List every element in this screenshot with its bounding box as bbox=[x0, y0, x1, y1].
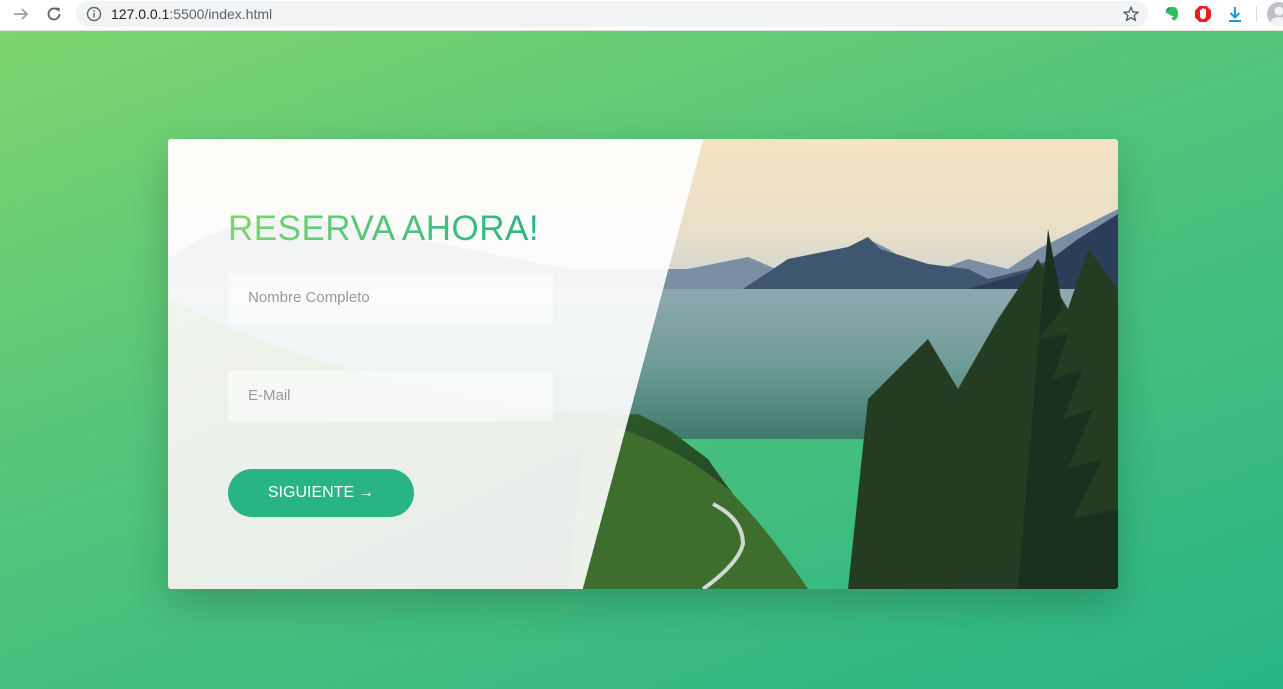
evernote-icon[interactable] bbox=[1162, 4, 1182, 24]
booking-card: RESERVA AHORA! SIGUIENTE → bbox=[168, 139, 1118, 589]
next-button-label: SIGUIENTE bbox=[267, 484, 355, 501]
info-icon[interactable] bbox=[86, 6, 102, 22]
page-title: RESERVA AHORA! bbox=[228, 209, 540, 248]
arrow-right-icon: → bbox=[358, 484, 375, 501]
full-name-input[interactable] bbox=[228, 273, 553, 324]
url-host: 127.0.0.1 bbox=[111, 6, 170, 22]
toolbar-divider bbox=[1256, 6, 1257, 22]
url-path: :5500/index.html bbox=[169, 6, 273, 22]
forward-arrow-icon[interactable] bbox=[9, 2, 33, 26]
browser-toolbar: 127.0.0.1:5500/index.html bbox=[0, 0, 1283, 31]
reload-icon[interactable] bbox=[42, 2, 66, 26]
url-text: 127.0.0.1:5500/index.html bbox=[111, 6, 272, 22]
adblock-icon[interactable] bbox=[1193, 4, 1213, 24]
next-button[interactable]: SIGUIENTE → bbox=[228, 469, 414, 517]
avatar-icon[interactable] bbox=[1267, 2, 1283, 26]
email-input[interactable] bbox=[228, 371, 553, 422]
download-icon[interactable] bbox=[1225, 4, 1245, 24]
form-overlay bbox=[168, 139, 1118, 589]
address-bar[interactable]: 127.0.0.1:5500/index.html bbox=[76, 1, 1148, 27]
page-background: RESERVA AHORA! SIGUIENTE → bbox=[0, 31, 1283, 689]
star-icon[interactable] bbox=[1122, 5, 1140, 23]
